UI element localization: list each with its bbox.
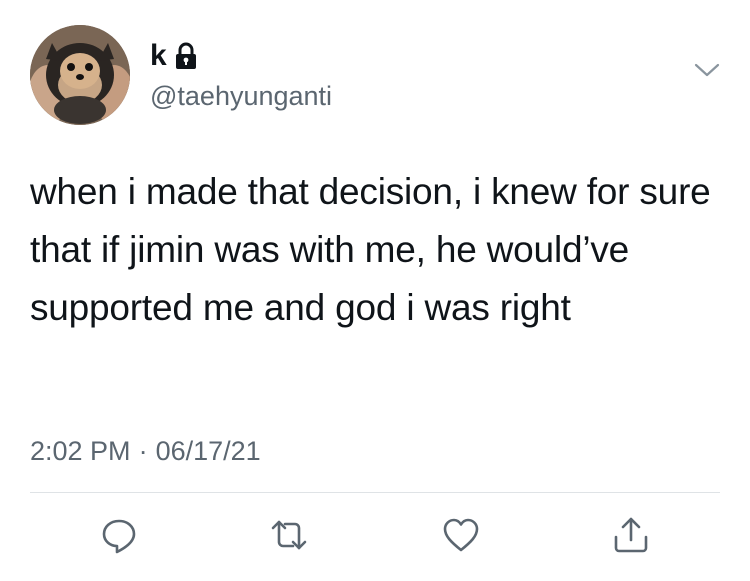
user-handle[interactable]: @taehyunganti (150, 80, 332, 112)
chevron-down-icon[interactable] (693, 60, 721, 80)
retweet-button[interactable] (264, 510, 314, 560)
reply-icon (102, 519, 136, 554)
display-name[interactable]: k (150, 40, 167, 72)
tweet-card: k @taehyunganti when i made that decisio… (0, 0, 750, 581)
action-bar (0, 510, 750, 560)
tweet-date: 06/17/21 (155, 436, 261, 466)
retweet-icon (271, 520, 307, 550)
lock-icon (173, 42, 199, 70)
like-icon (443, 518, 479, 552)
tweet-time: 2:02 PM (30, 436, 131, 466)
avatar-dog-photo-icon (30, 25, 130, 125)
timestamp-separator: · (138, 436, 148, 466)
divider (30, 492, 720, 493)
tweet-text: when i made that decision, i knew for su… (30, 171, 711, 328)
tweet-timestamp: 2:02 PM · 06/17/21 (30, 434, 261, 468)
share-button[interactable] (606, 510, 656, 560)
like-button[interactable] (436, 510, 486, 560)
display-name-row: k (150, 40, 199, 72)
share-icon (614, 517, 648, 553)
avatar[interactable] (30, 25, 130, 125)
reply-button[interactable] (94, 510, 144, 560)
